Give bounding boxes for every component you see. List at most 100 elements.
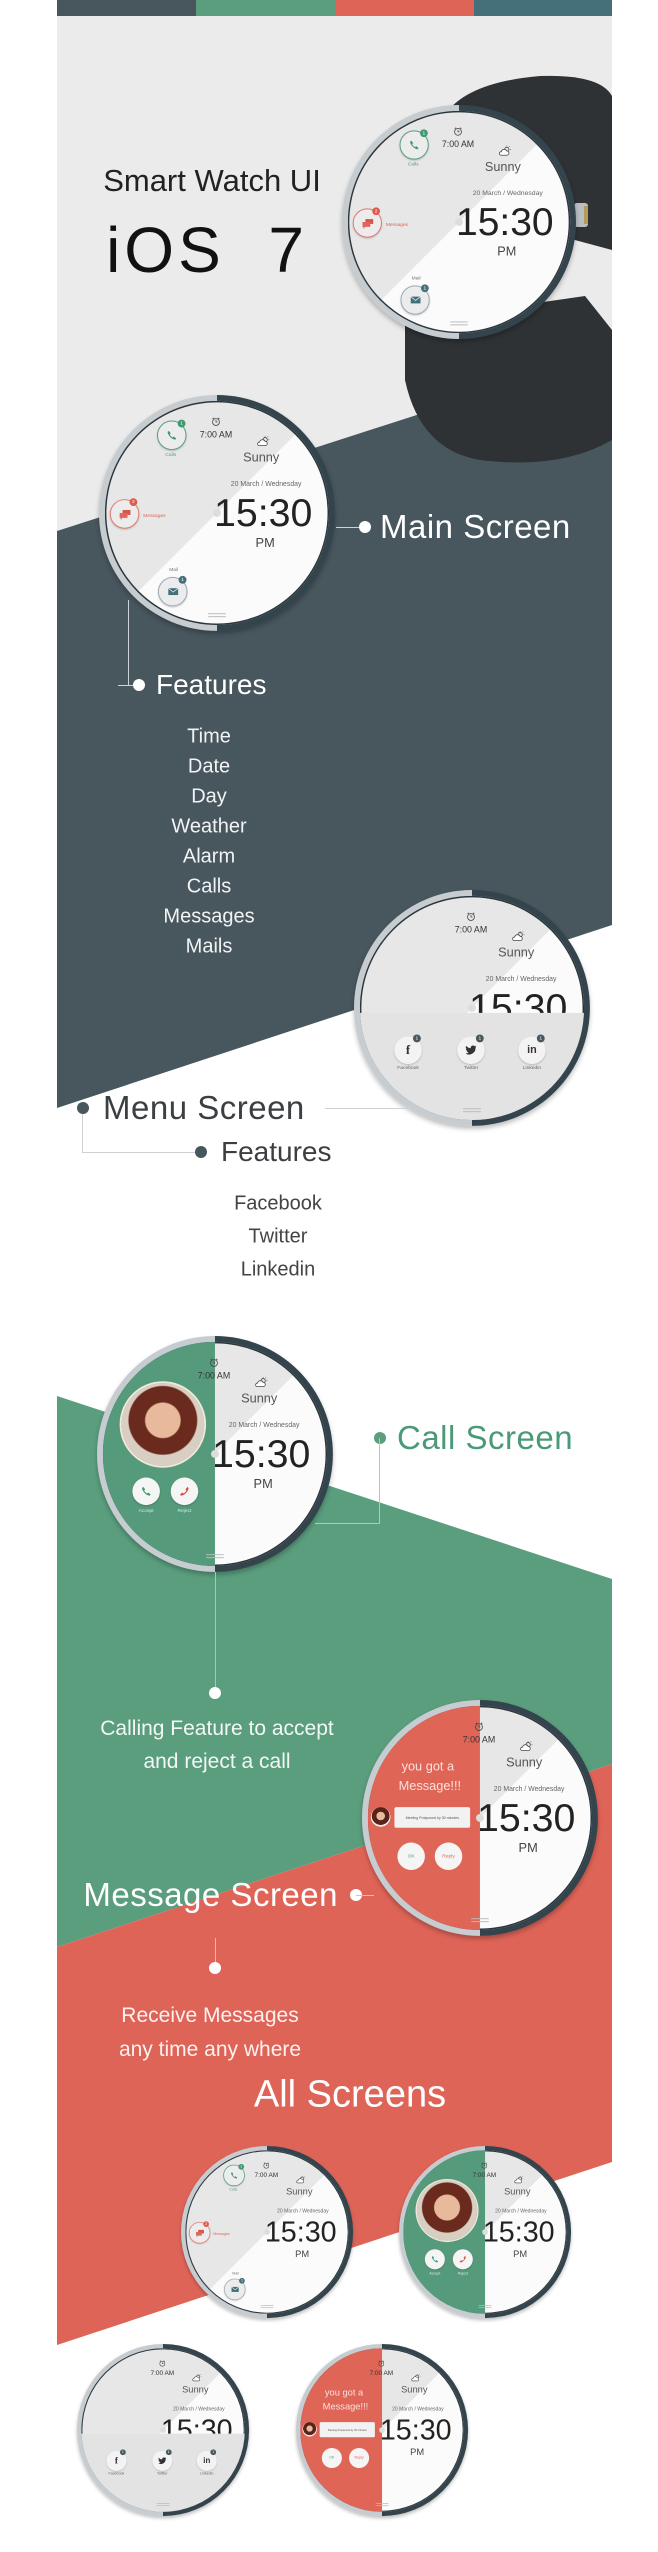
accept-button[interactable]	[132, 1477, 160, 1506]
chat-icon	[361, 218, 373, 229]
bullet-dot	[209, 1687, 221, 1699]
accept-button[interactable]	[424, 2249, 445, 2270]
twitter-badge: 1	[165, 2449, 172, 2456]
menu-handle-icon[interactable]	[450, 321, 468, 323]
menu-features-title: Features	[221, 1136, 332, 1167]
feature-item: Alarm	[182, 845, 236, 868]
watch-thumb-call[interactable]: 7:00 AM Sunny 20 March / Wednesday 15:30…	[399, 2146, 572, 2319]
message-alert-line2: Message!!!	[322, 2401, 369, 2412]
menu-handle-icon[interactable]	[463, 1108, 481, 1110]
connector-line	[215, 1572, 216, 1693]
alarm-time: 7:00 AM	[441, 139, 475, 149]
menu-handle-line	[208, 616, 226, 618]
alarm-icon	[263, 2162, 270, 2169]
calls-label: Calls	[165, 452, 177, 458]
ampm-label: PM	[497, 243, 517, 259]
linkedin-label: Linkedin	[522, 1064, 542, 1071]
feature-item: Weather	[171, 815, 247, 838]
calls-badge: 1	[177, 419, 186, 428]
connector-line	[379, 1438, 380, 1523]
menu-handle-line	[471, 1921, 489, 1923]
bullet-dot	[209, 1962, 221, 1974]
reject-button[interactable]	[452, 2249, 473, 2270]
ampm-label: PM	[410, 2446, 425, 2457]
cloud-sun-icon	[192, 2373, 202, 2382]
time-label: 15:30	[482, 2216, 555, 2249]
center-dot	[264, 2229, 270, 2235]
menu-handle-icon[interactable]	[206, 1554, 224, 1556]
ampm-label: PM	[518, 1840, 538, 1855]
message-alert-line1: you got a	[324, 2386, 364, 2398]
phone-accept-icon	[431, 2256, 439, 2263]
watch-face: 7:00 AM Sunny 20 March / Wednesday 15:30…	[102, 1341, 328, 1567]
twitter-icon	[465, 1045, 477, 1055]
center-dot	[211, 1450, 219, 1458]
center-dot	[468, 1004, 476, 1012]
menu-handle-icon[interactable]	[471, 1918, 489, 1920]
menu-handle-icon[interactable]	[375, 2503, 389, 2504]
alarm-icon	[475, 1722, 483, 1731]
menu-handle-line	[463, 1111, 481, 1113]
messages-badge: 2	[372, 207, 381, 216]
watch-face: 7:00 AM Sunny 20 March / Wednesday 15:30…	[367, 1705, 593, 1931]
time-label: 15:30	[211, 1432, 311, 1477]
message-alert-line2: Message!!!	[398, 1778, 462, 1793]
watch-face: 7:00 AM Sunny 20 March / Wednesday 15:30…	[81, 2348, 245, 2512]
alarm-icon	[454, 127, 462, 136]
feature-item: Time	[187, 725, 231, 748]
messages-badge: 2	[129, 498, 138, 507]
phone-accept-icon	[142, 1486, 151, 1496]
linkedin-badge: 1	[210, 2449, 217, 2456]
reject-button[interactable]	[170, 1477, 199, 1506]
ok-button[interactable]: OK	[397, 1842, 425, 1871]
caller-photo	[121, 1383, 205, 1466]
feature-item: Calls	[186, 875, 232, 898]
message-preview[interactable]: Meeting Postponed by 30 minutes	[394, 1807, 471, 1828]
messages-label: Messages	[385, 222, 409, 228]
time-label: 15:30	[213, 491, 313, 536]
watch-thumb-message[interactable]: 7:00 AM Sunny 20 March / Wednesday 15:30…	[296, 2344, 469, 2517]
message-preview[interactable]: Meeting Postponed by 30 minutes	[319, 2422, 375, 2438]
mail-label: Mail	[232, 2271, 239, 2276]
messages-label: Messages	[143, 512, 166, 519]
menu-handle-icon[interactable]	[260, 2305, 274, 2306]
weather-label: Sunny	[498, 944, 535, 960]
feature-item: Messages	[163, 905, 255, 928]
mail-icon	[410, 296, 421, 304]
weather-label: Sunny	[243, 449, 280, 465]
menu-handle-icon[interactable]	[478, 2305, 492, 2306]
cloud-sun-icon	[257, 436, 270, 447]
watch-message-screen: 7:00 AM Sunny 20 March / Wednesday 15:30…	[362, 1700, 598, 1936]
ampm-label: PM	[295, 2248, 310, 2259]
feature-item: Mails	[185, 935, 233, 958]
facebook-icon: f	[114, 2455, 118, 2466]
chat-icon	[119, 509, 130, 520]
menu-handle-icon[interactable]	[156, 2503, 170, 2504]
chat-icon	[195, 2229, 204, 2237]
watch-thumb-main[interactable]: 7:00 AM Sunny 20 March / Wednesday 15:30…	[181, 2146, 354, 2319]
main-features-title: Features	[156, 669, 267, 700]
watch-thumb-menu[interactable]: 7:00 AM Sunny 20 March / Wednesday 15:30…	[77, 2344, 250, 2517]
mail-badge: 1	[420, 284, 429, 293]
reply-button[interactable]: Reply	[434, 1842, 463, 1871]
bullet-dot	[77, 1102, 89, 1114]
menu-handle-icon[interactable]	[208, 613, 226, 615]
watch-face: 7:00 AM Sunny 20 March / Wednesday 15:30…	[347, 110, 571, 334]
reply-button[interactable]: Reply	[349, 2447, 370, 2469]
alarm-icon	[467, 912, 475, 921]
alarm-time: 7:00 AM	[369, 2369, 394, 2377]
phone-icon	[410, 140, 419, 150]
ampm-label: PM	[255, 535, 275, 550]
mail-badge: 1	[239, 2277, 245, 2284]
watch-hero: 7:00 AM Sunny 20 March / Wednesday 15:30…	[342, 105, 576, 339]
date-label: 20 March / Wednesday	[472, 190, 543, 198]
mail-label: Mail	[411, 275, 421, 282]
reject-label: Reject	[177, 1508, 192, 1514]
date-label: 20 March / Wednesday	[277, 2208, 329, 2214]
ok-button[interactable]: OK	[321, 2447, 342, 2469]
bullet-dot	[195, 1146, 207, 1158]
date-label: 20 March / Wednesday	[230, 481, 302, 488]
twitter-label: Twitter	[157, 2471, 168, 2476]
facebook-badge: 1	[120, 2449, 126, 2456]
watch-menu-screen: 7:00 AM Sunny 20 March / Wednesday 15:30…	[354, 890, 590, 1126]
